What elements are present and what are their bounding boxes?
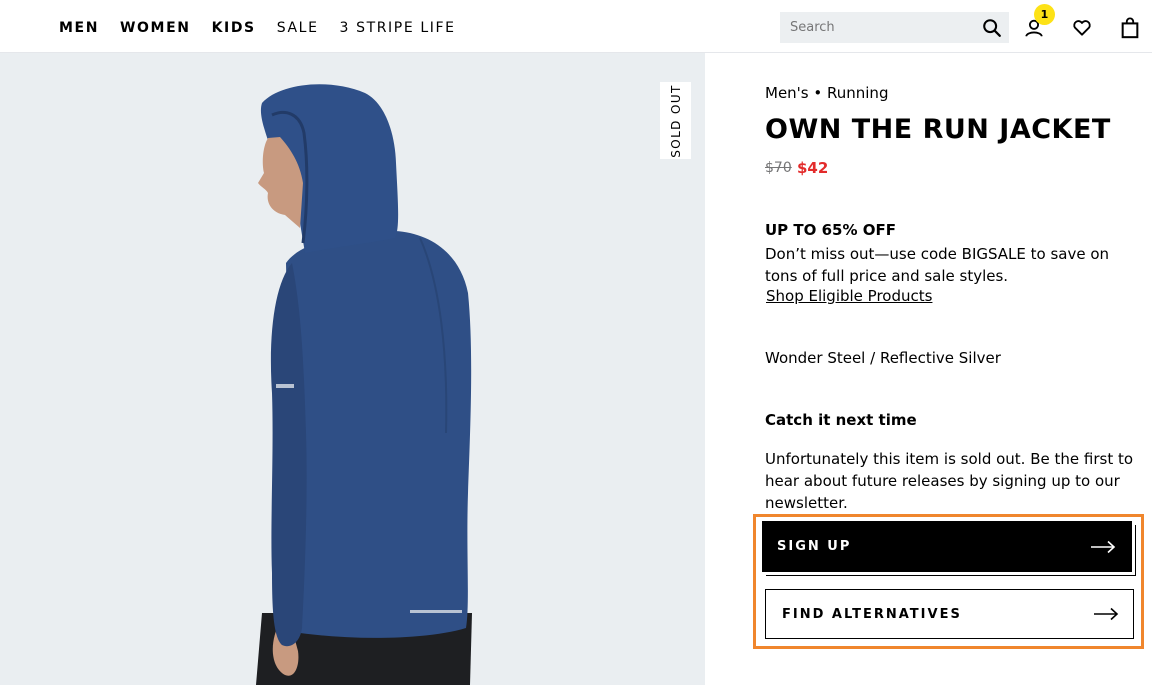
product-breadcrumb: Men's • Running — [765, 84, 889, 102]
sign-up-label: SIGN UP — [777, 539, 852, 554]
sold-out-label: SOLD OUT — [668, 83, 683, 158]
sign-up-button[interactable]: SIGN UP — [762, 521, 1132, 572]
arrow-right-icon — [1091, 540, 1116, 553]
sale-price: $42 — [797, 159, 829, 177]
search-input[interactable] — [780, 12, 970, 43]
sold-out-tag: SOLD OUT — [660, 82, 691, 159]
account-badge: 1 — [1034, 4, 1055, 25]
nav-sale[interactable]: SALE — [277, 18, 319, 38]
promo-text: Don’t miss out—use code BIGSALE to save … — [765, 245, 1110, 285]
sold-out-heading: Catch it next time — [765, 411, 917, 429]
product-image: SOLD OUT — [0, 53, 705, 685]
sold-out-text: Unfortunately this item is sold out. Be … — [765, 450, 1134, 512]
shopping-bag-icon — [1121, 17, 1139, 39]
nav-men[interactable]: MEN — [59, 18, 99, 38]
find-alternatives-label: FIND ALTERNATIVES — [782, 606, 962, 622]
search-icon[interactable] — [981, 17, 1003, 39]
nav-women[interactable]: WOMEN — [120, 18, 191, 38]
cart-button[interactable] — [1119, 17, 1141, 39]
site-header: MEN WOMEN KIDS SALE 3 STRIPE LIFE 1 — [0, 0, 1152, 53]
nav-3-stripe-life[interactable]: 3 STRIPE LIFE — [340, 18, 456, 38]
jacket-model-image — [256, 84, 472, 685]
product-color: Wonder Steel / Reflective Silver — [765, 349, 1001, 367]
original-price: $70 — [765, 160, 792, 176]
search-box — [780, 12, 1009, 43]
shop-eligible-products-link[interactable]: Shop Eligible Products — [766, 287, 932, 305]
arrow-right-icon — [1094, 607, 1119, 621]
find-alternatives-button[interactable]: FIND ALTERNATIVES — [765, 589, 1134, 639]
product-title: OWN THE RUN JACKET — [765, 114, 1111, 145]
nav-kids[interactable]: KIDS — [212, 18, 256, 38]
wishlist-button[interactable] — [1071, 17, 1093, 39]
main-nav: MEN WOMEN KIDS SALE 3 STRIPE LIFE — [59, 18, 456, 38]
promo-heading: UP TO 65% OFF — [765, 221, 896, 239]
wishlist-heart-icon — [1073, 20, 1091, 36]
